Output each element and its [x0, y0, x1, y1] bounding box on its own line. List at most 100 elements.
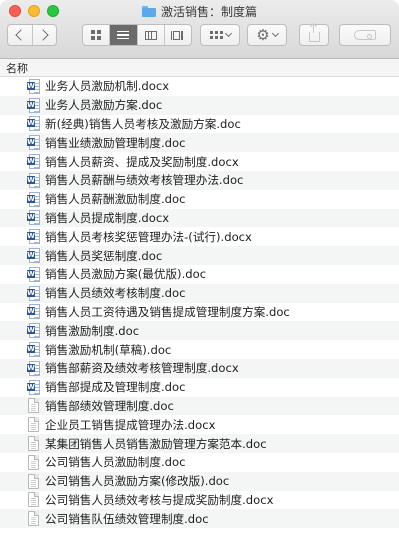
word-doc-icon: W	[27, 172, 40, 188]
plain-doc-icon	[27, 473, 40, 489]
arrange-icon	[209, 30, 223, 40]
word-doc-icon: W	[27, 154, 40, 170]
file-row[interactable]: W 销售人员绩效考核制度.doc	[0, 283, 399, 303]
coverflow-view-button[interactable]	[163, 25, 191, 45]
file-row[interactable]: W 销售人员提成制度.docx	[0, 208, 399, 228]
file-name: 销售人员考核奖惩管理办法-(试行).docx	[45, 229, 252, 244]
file-row[interactable]: W 业务人员激励方案.doc	[0, 95, 399, 115]
share-icon	[308, 24, 320, 42]
gear-icon: ⚙	[256, 25, 270, 44]
file-row[interactable]: W 销售激励机制(草稿).doc	[0, 340, 399, 359]
file-name: 销售激励机制(草稿).doc	[45, 342, 172, 357]
file-name: 销售人员薪资、提成及奖励制度.docx	[45, 154, 239, 169]
file-name: 公司销售队伍绩效管理制度.doc	[45, 511, 209, 526]
file-name: 公司销售人员激励方案(修改版).doc	[45, 474, 230, 489]
file-name: 新(经典)销售人员考核及激励方案.doc	[45, 116, 241, 131]
file-name: 销售人员奖惩制度.doc	[45, 248, 163, 263]
column-header: 名称	[0, 59, 399, 77]
file-row[interactable]: 某集团销售人员销售激励管理方案范本.doc	[0, 434, 399, 453]
file-row[interactable]: W 销售人员激励方案(最优版).doc	[0, 265, 399, 284]
title-bar: 激活销售：制度篇	[0, 3, 399, 19]
plain-doc-icon	[27, 417, 40, 433]
file-row[interactable]: 公司销售人员绩效考核与提成奖励制度.docx	[0, 491, 399, 510]
plain-doc-icon	[27, 398, 40, 414]
word-doc-icon: W	[27, 360, 40, 376]
name-column-header[interactable]: 名称	[6, 60, 28, 76]
file-name: 销售部绩效管理制度.doc	[45, 398, 174, 413]
tags-button[interactable]	[339, 24, 391, 46]
file-row[interactable]: W 销售部提成及管理制度.doc	[0, 378, 399, 397]
file-name: 销售业绩激励管理制度.doc	[45, 135, 186, 150]
file-row[interactable]: W 销售人员工资待遇及销售提成管理制度方案.doc	[0, 303, 399, 322]
file-row[interactable]: W 销售部薪资及绩效考核管理制度.docx	[0, 358, 399, 378]
word-doc-icon: W	[27, 342, 40, 358]
file-row[interactable]: 销售部绩效管理制度.doc	[0, 396, 399, 416]
file-name: 业务人员激励机制.docx	[45, 79, 170, 94]
file-name: 销售部提成及管理制度.doc	[45, 380, 186, 395]
file-name: 公司销售人员绩效考核与提成奖励制度.docx	[45, 492, 274, 507]
file-row[interactable]: W 销售人员薪资、提成及奖励制度.docx	[0, 152, 399, 171]
word-doc-icon: W	[27, 304, 40, 320]
file-row[interactable]: 公司销售人员激励制度.doc	[0, 453, 399, 472]
word-doc-icon: W	[27, 266, 40, 282]
plain-doc-icon	[27, 492, 40, 508]
word-doc-icon: W	[27, 78, 40, 94]
plain-doc-icon	[27, 436, 40, 452]
file-name: 销售部薪资及绩效考核管理制度.docx	[45, 361, 239, 376]
word-doc-icon: W	[27, 248, 40, 264]
back-icon	[15, 29, 27, 41]
file-name: 销售人员工资待遇及销售提成管理制度方案.doc	[45, 304, 290, 319]
file-name: 业务人员激励方案.doc	[45, 98, 163, 113]
file-name: 销售人员提成制度.docx	[45, 210, 170, 225]
list-view-button[interactable]	[109, 25, 137, 45]
arrange-button[interactable]	[200, 24, 240, 46]
share-button[interactable]	[299, 24, 329, 46]
file-row[interactable]: W 销售人员薪酬与绩效考核管理办法.doc	[0, 170, 399, 190]
file-name: 销售激励制度.doc	[45, 323, 140, 338]
file-row[interactable]: W 销售业绩激励管理制度.doc	[0, 133, 399, 153]
file-row[interactable]: W 销售人员考核奖惩管理办法-(试行).docx	[0, 227, 399, 246]
tag-icon	[354, 30, 376, 40]
word-doc-icon: W	[27, 285, 40, 301]
forward-icon	[37, 29, 49, 41]
file-row[interactable]: W 业务人员激励机制.docx	[0, 77, 399, 96]
file-row[interactable]: W 销售人员奖惩制度.doc	[0, 246, 399, 265]
file-name: 销售人员薪酬与绩效考核管理办法.doc	[45, 173, 244, 188]
column-view-icon	[144, 30, 157, 40]
action-button[interactable]: ⚙	[247, 24, 287, 46]
word-doc-icon: W	[27, 210, 40, 226]
finder-window: 激活销售：制度篇 ⚙ 名称 W 业务人员激励机制.docx W 业务人员激励方案…	[0, 0, 399, 543]
forward-button[interactable]	[31, 25, 57, 45]
plain-doc-icon	[27, 454, 40, 470]
icon-view-button[interactable]	[83, 25, 109, 45]
word-doc-icon: W	[27, 116, 40, 132]
file-row[interactable]: 企业员工销售提成管理办法.docx	[0, 415, 399, 434]
column-view-button[interactable]	[136, 25, 164, 45]
word-doc-icon: W	[27, 323, 40, 339]
list-view-icon	[117, 30, 130, 40]
word-doc-icon: W	[27, 379, 40, 395]
file-row[interactable]: 公司销售队伍绩效管理制度.doc	[0, 509, 399, 529]
folder-icon	[141, 5, 156, 17]
word-doc-icon: W	[27, 229, 40, 245]
word-doc-icon: W	[27, 191, 40, 207]
word-doc-icon: W	[27, 97, 40, 113]
file-row[interactable]: 公司销售人员激励方案(修改版).doc	[0, 471, 399, 491]
file-name: 公司销售人员激励制度.doc	[45, 455, 186, 470]
chevron-down-icon	[271, 29, 279, 38]
plain-doc-icon	[27, 511, 40, 527]
coverflow-view-icon	[170, 30, 185, 40]
file-row[interactable]: W 新(经典)销售人员考核及激励方案.doc	[0, 115, 399, 134]
file-list: W 业务人员激励机制.docx W 业务人员激励方案.doc W 新(经典)销售人员考核及…	[0, 77, 399, 529]
icon-view-icon	[91, 30, 102, 40]
file-row[interactable]: W 销售人员薪酬激励制度.doc	[0, 190, 399, 209]
file-name: 某集团销售人员销售激励管理方案范本.doc	[45, 436, 267, 451]
file-row[interactable]: W 销售激励制度.doc	[0, 321, 399, 341]
window-title: 激活销售：制度篇	[160, 4, 257, 19]
file-name: 销售人员薪酬激励制度.doc	[45, 192, 186, 207]
file-name: 企业员工销售提成管理办法.docx	[45, 417, 216, 432]
navigation-buttons	[7, 24, 57, 46]
file-name: 销售人员绩效考核制度.doc	[45, 286, 186, 301]
back-button[interactable]	[8, 25, 32, 45]
file-name: 销售人员激励方案(最优版).doc	[45, 267, 207, 282]
